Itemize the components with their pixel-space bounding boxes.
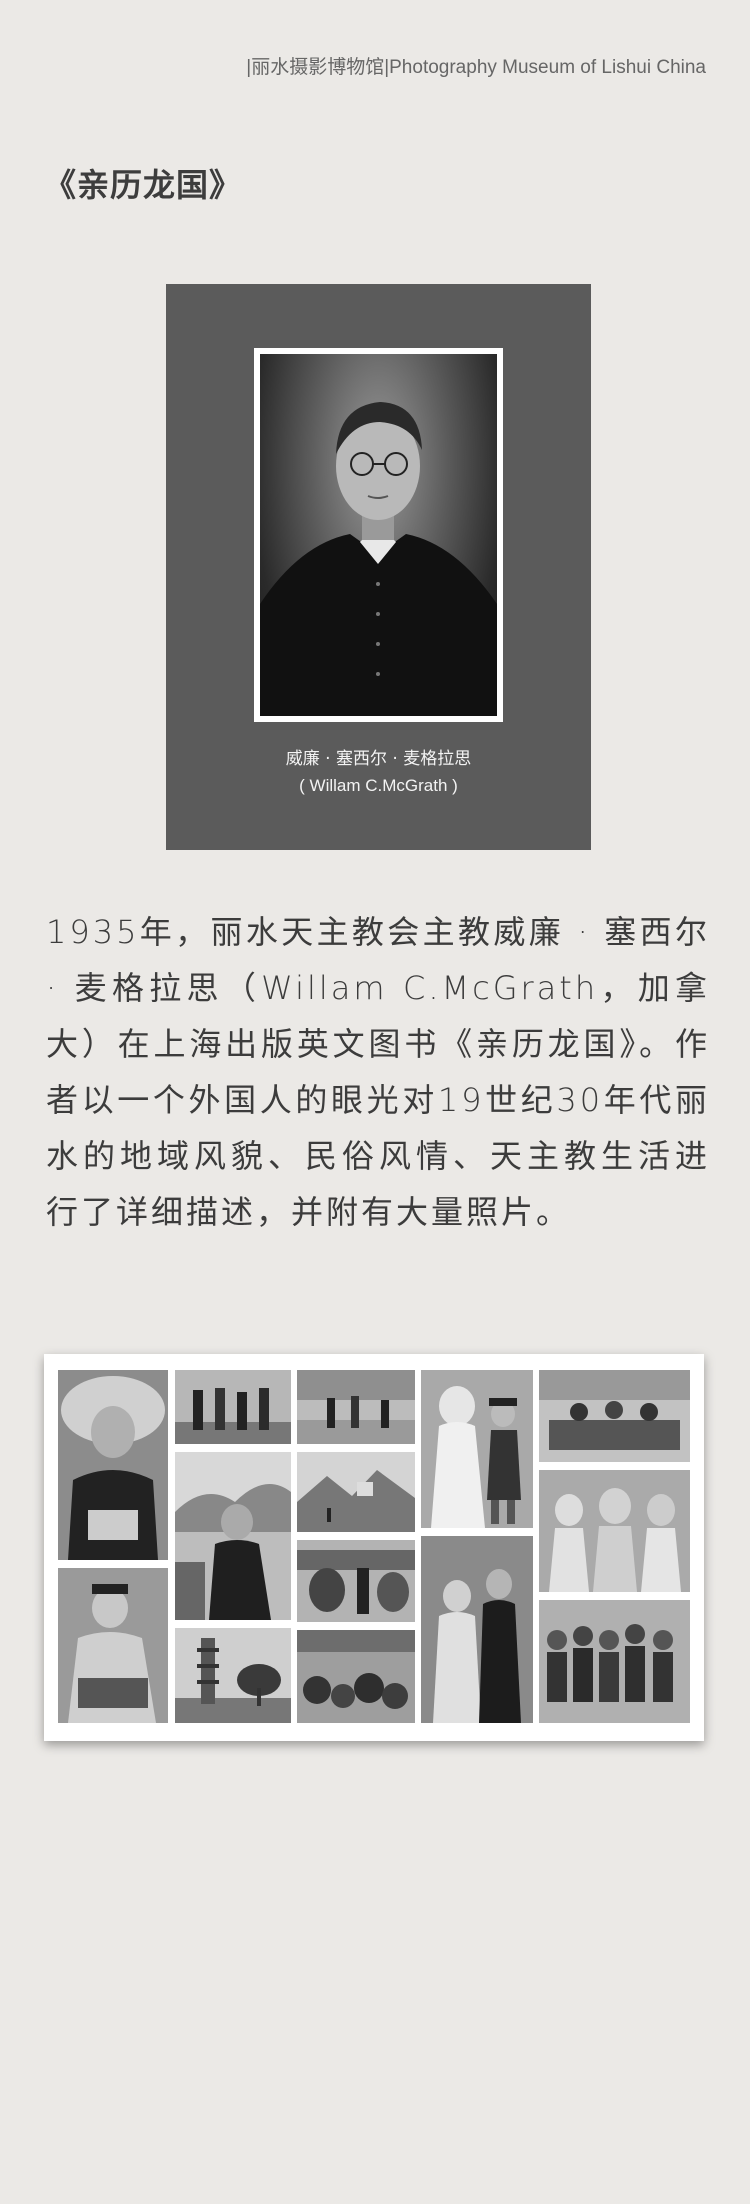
collage-photo-couple (421, 1536, 533, 1723)
portrait-frame (254, 348, 503, 722)
collage-photo-gathering (539, 1370, 690, 1462)
photo-collage (44, 1354, 704, 1741)
collage-photo-mountains (297, 1452, 415, 1532)
collage-photo-girl-river (175, 1452, 291, 1620)
collage-photo-group-standing (175, 1370, 291, 1444)
collage-photo-woman-hat (58, 1370, 168, 1560)
collage-photo-children-group (539, 1600, 690, 1723)
portrait-caption-english: ( Willam C.McGrath ) (299, 776, 458, 795)
portrait-image (260, 402, 497, 716)
portrait-caption-chinese: 威廉 · 塞西尔 · 麦格拉思 (285, 749, 472, 769)
collage-photo-street (297, 1370, 415, 1444)
collage-photo-bride-boy (421, 1370, 533, 1528)
collage-photo-pagoda (175, 1628, 291, 1723)
collage-photo-porters (297, 1540, 415, 1622)
collage-photo-seated-man (58, 1568, 168, 1723)
portrait-photo (260, 354, 497, 716)
page-title: 《亲历龙国》 (44, 166, 243, 204)
collage-photo-opera-children (539, 1470, 690, 1592)
portrait-panel: 威廉 · 塞西尔 · 麦格拉思 ( Willam C.McGrath ) (166, 284, 591, 850)
collage-photo-market (297, 1630, 415, 1723)
museum-header: |丽水摄影博物馆|Photography Museum of Lishui Ch… (246, 57, 706, 78)
body-paragraph: 1935年，丽水天主教会主教威廉 · 塞西尔 · 麦格拉思（Willam C.M… (46, 913, 710, 1231)
